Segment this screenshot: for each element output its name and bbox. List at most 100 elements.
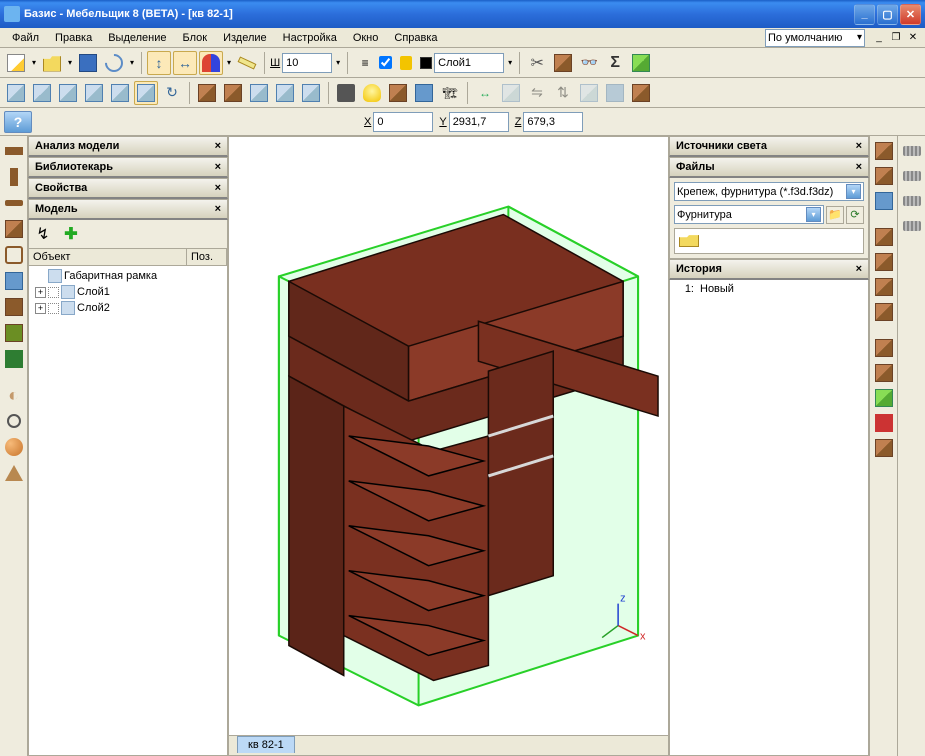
pyramid-button[interactable] [3, 462, 25, 484]
file-type-arrow[interactable]: ▾ [806, 207, 821, 222]
coord-z-input[interactable] [523, 112, 583, 132]
camera-button[interactable] [334, 81, 358, 105]
panel-analysis-close[interactable]: × [215, 140, 221, 152]
menu-block[interactable]: Блок [175, 30, 216, 46]
shade-hidden-button[interactable] [273, 81, 297, 105]
model-add-button[interactable]: ✚ [60, 223, 82, 245]
new-button[interactable] [4, 51, 28, 75]
panel-analysis-header[interactable]: Анализ модели × [28, 136, 228, 157]
coord-y-input[interactable] [449, 112, 509, 132]
cabinet-button[interactable] [3, 322, 25, 344]
part-grid-button[interactable] [873, 190, 895, 212]
layer-visible-checkbox[interactable] [379, 56, 392, 69]
tree-layer1[interactable]: + Слой1 [31, 284, 225, 300]
panel-librarian-header[interactable]: Библиотекарь × [28, 157, 228, 178]
expand-layer2[interactable]: + [35, 303, 46, 314]
hatch-button[interactable]: ≡ [353, 51, 377, 75]
door-button[interactable] [551, 51, 575, 75]
report-button[interactable] [629, 51, 653, 75]
part-copy-button[interactable] [873, 362, 895, 384]
menu-window[interactable]: Окно [345, 30, 387, 46]
panel-history-close[interactable]: × [856, 263, 862, 275]
mirror-h-button[interactable]: ⇋ [525, 81, 549, 105]
shade-solid-button[interactable] [221, 81, 245, 105]
fastener4-button[interactable] [901, 215, 923, 237]
width-dropdown[interactable]: ▾ [334, 58, 342, 67]
texture-button[interactable] [629, 81, 653, 105]
orbit-button[interactable]: ↻ [160, 81, 184, 105]
magnet-dropdown[interactable]: ▾ [225, 58, 233, 67]
panel-properties-header[interactable]: Свойства × [28, 178, 228, 199]
panel-properties-close[interactable]: × [215, 182, 221, 194]
col-object[interactable]: Объект [29, 249, 187, 265]
menu-edit[interactable]: Правка [47, 30, 100, 46]
history-list[interactable]: 1: Новый [669, 280, 869, 756]
view-back-button[interactable] [30, 81, 54, 105]
sum-button[interactable]: Σ [603, 51, 627, 75]
view-left-button[interactable] [56, 81, 80, 105]
add-panel2-button[interactable] [873, 251, 895, 273]
magnet-button[interactable] [199, 51, 223, 75]
open-dropdown[interactable]: ▾ [66, 58, 74, 67]
ruler-button[interactable] [235, 51, 259, 75]
layer-color-swatch[interactable] [420, 57, 432, 69]
mirror-v-button[interactable]: ⇅ [551, 81, 575, 105]
panel-files-header[interactable]: Файлы × [669, 157, 869, 178]
menu-file[interactable]: Файл [4, 30, 47, 46]
part-box1-button[interactable] [873, 140, 895, 162]
fastener3-button[interactable] [901, 190, 923, 212]
shade-ghost-button[interactable] [299, 81, 323, 105]
light-button[interactable] [360, 81, 384, 105]
shade-texture-button[interactable] [195, 81, 219, 105]
menu-help[interactable]: Справка [386, 30, 445, 46]
doc-minimize-button[interactable]: _ [871, 31, 887, 45]
close-button[interactable]: ✕ [900, 4, 921, 25]
panel-h-button[interactable] [3, 140, 25, 162]
add-panel-button[interactable] [873, 226, 895, 248]
panel-model-header[interactable]: Модель × [28, 199, 228, 220]
fastener1-button[interactable] [901, 140, 923, 162]
view-iso-button[interactable] [134, 81, 158, 105]
file-type-combo[interactable]: Фурнитура ▾ [674, 205, 824, 224]
glasses-button[interactable]: 👓 [577, 51, 601, 75]
part-green-button[interactable] [873, 387, 895, 409]
section-button[interactable] [603, 81, 627, 105]
fit-button[interactable] [412, 81, 436, 105]
doc-close-button[interactable]: ✕ [905, 31, 921, 45]
copy3d-button[interactable] [386, 81, 410, 105]
panel-light-close[interactable]: × [856, 140, 862, 152]
menu-setup[interactable]: Настройка [275, 30, 345, 46]
workspace-combo[interactable]: По умолчанию [765, 29, 865, 47]
file-browser[interactable] [674, 228, 864, 254]
drawer-button[interactable] [3, 296, 25, 318]
panel-model-close[interactable]: × [215, 203, 221, 215]
history-item-1[interactable]: 1: Новый [672, 282, 866, 296]
door-tool-button[interactable] [3, 348, 25, 370]
panel-files-close[interactable]: × [856, 161, 862, 173]
tree-layer2[interactable]: + Слой2 [31, 300, 225, 316]
snap-y-button[interactable]: ↔ [173, 51, 197, 75]
dim-button[interactable]: ↔ [473, 81, 497, 105]
panel-history-header[interactable]: История × [669, 259, 869, 280]
viewport-canvas[interactable]: x z [229, 137, 668, 735]
undo-dropdown[interactable]: ▾ [128, 58, 136, 67]
save-button[interactable] [76, 51, 100, 75]
part-multi-button[interactable] [873, 437, 895, 459]
width-input[interactable] [282, 53, 332, 73]
coord-x-input[interactable] [373, 112, 433, 132]
layer-lock-button[interactable] [394, 51, 418, 75]
fastener2-button[interactable] [901, 165, 923, 187]
file-filter-arrow[interactable]: ▾ [846, 184, 861, 199]
layer-combo[interactable] [434, 53, 504, 73]
file-filter-combo[interactable]: Крепеж, фурнитура (*.f3d.f3dz) ▾ [674, 182, 864, 201]
sphere-button[interactable] [3, 436, 25, 458]
panel-librarian-close[interactable]: × [215, 161, 221, 173]
add-panel3-button[interactable] [873, 276, 895, 298]
part-move-button[interactable] [873, 337, 895, 359]
undo-button[interactable] [102, 51, 126, 75]
part-box2-button[interactable] [873, 165, 895, 187]
doc-restore-button[interactable]: ❐ [888, 31, 904, 45]
view-top-button[interactable] [108, 81, 132, 105]
box-button[interactable] [3, 218, 25, 240]
part-red-button[interactable] [873, 412, 895, 434]
